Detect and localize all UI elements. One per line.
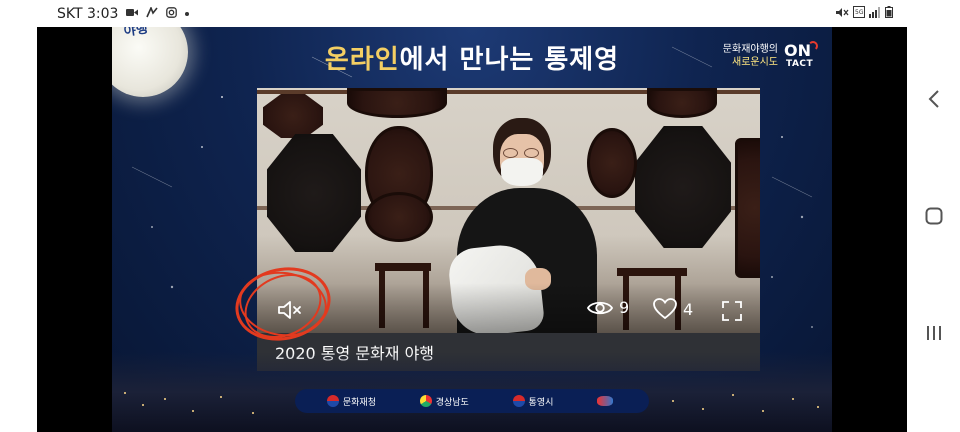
tongyeong-icon bbox=[512, 395, 525, 407]
back-button[interactable] bbox=[919, 84, 949, 114]
sponsor-gyeongnam: 경상남도 bbox=[419, 395, 469, 408]
ontact-line2: 새로운시도 bbox=[732, 57, 778, 68]
ontact-badge: 문화재야행의 새로운시도 ON TACT bbox=[723, 41, 818, 71]
lacquer-tray bbox=[635, 126, 731, 248]
ontact-logo-on: ON bbox=[784, 41, 811, 60]
eye-icon bbox=[587, 301, 613, 314]
speaker-muted-icon bbox=[278, 301, 301, 319]
battery-icon bbox=[885, 6, 893, 21]
heritage-foundation-icon bbox=[597, 396, 614, 406]
signal-wave-icon bbox=[808, 41, 818, 51]
banner-title-rest: 에서 만나는 통제영 bbox=[399, 45, 620, 75]
sponsor-tongyeong-city: 통영시 bbox=[512, 395, 553, 408]
home-square-icon bbox=[925, 207, 942, 225]
svg-text:5G: 5G bbox=[855, 9, 864, 16]
event-banner: 통영 문화재 야행 온라인에서 만나는 통제영 문화재야행의 새로운시도 ON … bbox=[112, 27, 832, 432]
sponsor-heritage-foundation bbox=[597, 396, 617, 406]
screen: SKT 3:03 5G 야행 온라인에서 만나는 통제영 문화재야행의 새로운시… bbox=[0, 0, 960, 432]
lacquer-cabinet bbox=[735, 138, 760, 278]
mute-toggle-button[interactable] bbox=[273, 296, 307, 324]
mute-icon bbox=[835, 7, 849, 21]
fullscreen-button[interactable] bbox=[717, 296, 747, 326]
android-nav-bar bbox=[907, 0, 960, 432]
notification-dot-icon bbox=[185, 11, 190, 16]
face-mask bbox=[501, 158, 543, 186]
signal-icon bbox=[869, 6, 881, 21]
glasses bbox=[503, 148, 541, 158]
sponsor-cultural-heritage-administration: 문화재청 bbox=[326, 395, 376, 408]
lacquer-tray bbox=[647, 88, 717, 118]
5g-icon: 5G bbox=[853, 6, 865, 21]
instagram-icon bbox=[166, 6, 178, 21]
ontact-logo: ON TACT bbox=[784, 41, 818, 71]
app-area: SKT 3:03 5G 야행 온라인에서 만나는 통제영 문화재야행의 새로운시… bbox=[37, 0, 907, 432]
like-count-value: 4 bbox=[683, 299, 694, 319]
recent-apps-icon bbox=[926, 326, 941, 340]
video-player[interactable]: 9 4 bbox=[257, 88, 760, 333]
view-count-value: 9 bbox=[619, 298, 630, 317]
fullscreen-icon bbox=[722, 301, 742, 321]
ontact-logo-tact: TACT bbox=[786, 59, 814, 69]
carrier-time: SKT 3:03 bbox=[57, 5, 119, 22]
home-button[interactable] bbox=[919, 201, 949, 231]
lacquer-tray bbox=[267, 134, 361, 252]
status-bar: SKT 3:03 5G bbox=[37, 0, 907, 27]
banner-title-highlight: 온라인 bbox=[324, 45, 400, 75]
back-chevron-icon bbox=[928, 90, 939, 108]
recent-apps-button[interactable] bbox=[919, 318, 949, 348]
lacquer-tray bbox=[347, 88, 447, 118]
ontact-line1: 문화재야행의 bbox=[722, 44, 778, 55]
taeguk-icon bbox=[326, 395, 339, 407]
video-call-icon bbox=[126, 7, 139, 20]
nfc-icon bbox=[146, 5, 159, 21]
sponsor-logo-bar: 문화재청 경상남도 통영시 bbox=[295, 389, 649, 413]
gyeongnam-icon bbox=[419, 395, 432, 407]
like-button[interactable]: 4 bbox=[653, 298, 693, 320]
heart-icon bbox=[653, 298, 677, 320]
left-white-margin bbox=[0, 0, 37, 432]
lacquer-tray bbox=[365, 192, 433, 242]
view-count: 9 bbox=[587, 298, 629, 317]
